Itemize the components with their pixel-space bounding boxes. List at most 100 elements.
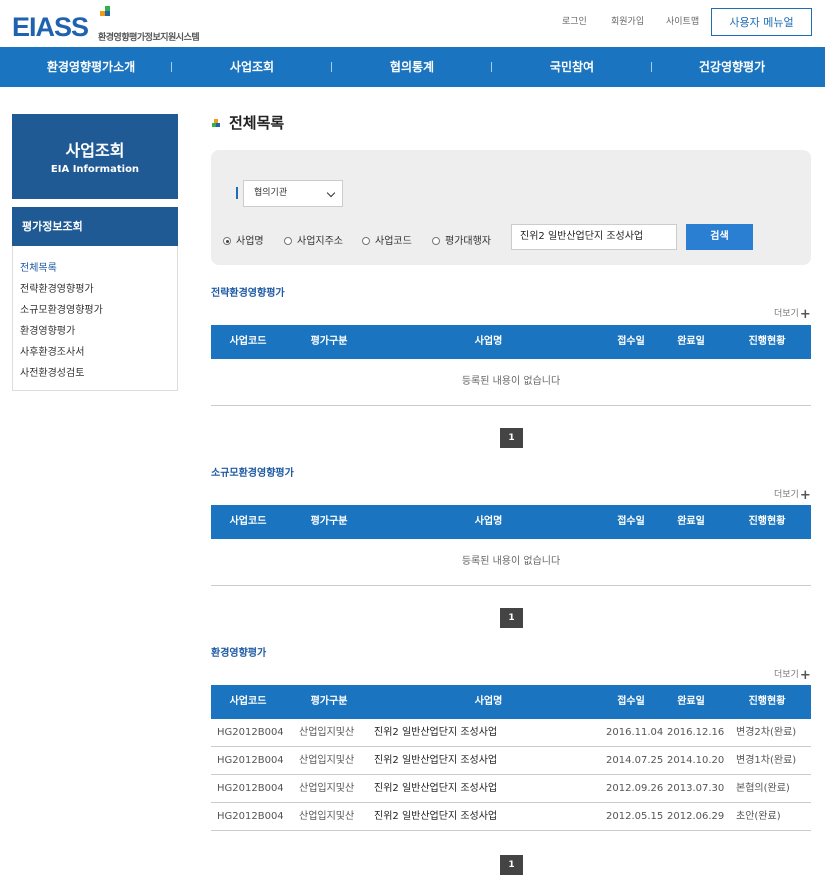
more-label: 더보기 [774, 309, 799, 319]
cell-type: 산업입지및산 [299, 755, 355, 766]
more-label: 더보기 [774, 490, 799, 500]
col-recv: 접수일 [617, 516, 645, 527]
radio-icon [362, 237, 370, 245]
radio-address[interactable]: 사업지주소 [284, 232, 343, 247]
table-row[interactable]: HG2012B004 산업입지및산 진위2 일반산업단지 조성사업 2014.0… [211, 747, 811, 775]
col-name: 사업명 [474, 516, 503, 527]
pagination-page[interactable]: 1 [500, 608, 523, 628]
page: EIASS 환경영향평가정보지원시스템 로그인 회원가입 사이트맵 사용자 메뉴… [0, 0, 825, 886]
more-link-small-scale[interactable]: 더보기+ [774, 487, 811, 503]
nav-participation[interactable]: 국민참여 [492, 47, 652, 87]
page-title: 전체목록 [229, 114, 285, 132]
section-title-small-scale: 소규모환경영향평가 [211, 468, 294, 479]
radio-label: 평가대행자 [445, 236, 491, 247]
select-marker [236, 187, 238, 199]
cell-done: 2016.12.16 [667, 727, 725, 738]
sidebar-item-strategic[interactable]: 전략환경영향평가 [13, 279, 177, 300]
radio-label: 사업명 [236, 236, 264, 247]
more-link-eia[interactable]: 더보기+ [774, 667, 811, 683]
logo-subtitle: 환경영향평가정보지원시스템 [98, 33, 200, 43]
section-title-strategic: 전략환경영향평가 [211, 288, 285, 299]
nav-eia-intro[interactable]: 환경영향평가소개 [11, 47, 171, 87]
more-link-strategic[interactable]: 더보기+ [774, 306, 811, 322]
plus-icon: + [799, 488, 811, 503]
signup-link[interactable]: 회원가입 [611, 14, 644, 27]
sidebar-subtitle: 평가정보조회 [12, 207, 178, 246]
sitemap-link[interactable]: 사이트맵 [666, 14, 699, 27]
col-code: 사업코드 [229, 696, 267, 707]
table-row[interactable]: HG2012B004 산업입지및산 진위2 일반산업단지 조성사업 2012.0… [211, 775, 811, 803]
logo-text: EIASS [12, 12, 89, 42]
agency-select-value: 협의기관 [254, 188, 288, 198]
col-name: 사업명 [474, 336, 503, 347]
cell-type: 산업입지및산 [299, 783, 355, 794]
radio-selected-icon [223, 237, 231, 245]
col-done: 완료일 [677, 516, 705, 527]
col-name: 사업명 [474, 696, 503, 707]
nav-project-search[interactable]: 사업조회 [172, 47, 332, 87]
cell-status: 초안(완료) [736, 811, 781, 822]
col-type: 평가구분 [310, 516, 348, 527]
section-title-eia: 환경영향평가 [211, 648, 267, 659]
cell-done: 2014.10.20 [667, 755, 725, 766]
agency-select[interactable]: 협의기관 [243, 180, 343, 207]
cell-name: 진위2 일반산업단지 조성사업 [374, 755, 498, 766]
sidebar-item-all[interactable]: 전체목록 [13, 258, 177, 279]
nav-health-impact[interactable]: 건강영향평가 [652, 47, 812, 87]
col-code: 사업코드 [229, 336, 267, 347]
cell-name: 진위2 일반산업단지 조성사업 [374, 783, 498, 794]
col-status: 진행현황 [748, 336, 786, 347]
pagination-page[interactable]: 1 [500, 428, 523, 448]
radio-label: 사업지주소 [297, 236, 343, 247]
cell-done: 2012.06.29 [667, 811, 725, 822]
col-type: 평가구분 [310, 696, 348, 707]
table-row[interactable]: HG2012B004 산업입지및산 진위2 일반산업단지 조성사업 2016.1… [211, 719, 811, 747]
sidebar-title: 사업조회 [65, 141, 125, 160]
sidebar-menu: 전체목록 전략환경영향평가 소규모환경영향평가 환경영향평가 사후환경조사서 사… [12, 246, 178, 391]
cell-name: 진위2 일반산업단지 조성사업 [374, 811, 498, 822]
chevron-down-icon [326, 188, 336, 198]
cell-status: 변경1차(완료) [736, 755, 797, 766]
pagination-page[interactable]: 1 [500, 855, 523, 875]
cell-done: 2013.07.30 [667, 783, 725, 794]
login-link[interactable]: 로그인 [562, 14, 587, 27]
plus-icon: + [799, 307, 811, 322]
empty-message: 등록된 내용이 없습니다 [211, 359, 811, 406]
main-nav: 환경영향평가소개 사업조회 협의통계 국민참여 건강영향평가 [0, 47, 825, 87]
title-bullet-icon [212, 119, 221, 128]
empty-message: 등록된 내용이 없습니다 [211, 539, 811, 586]
sidebar-item-pre-review[interactable]: 사전환경성검토 [13, 363, 177, 384]
logo-dots-icon [96, 6, 110, 20]
radio-icon [284, 237, 292, 245]
col-status: 진행현황 [748, 696, 786, 707]
radio-project-name[interactable]: 사업명 [223, 232, 264, 247]
col-recv: 접수일 [617, 336, 645, 347]
nav-statistics[interactable]: 협의통계 [332, 47, 492, 87]
col-status: 진행현황 [748, 516, 786, 527]
cell-recv: 2012.09.26 [606, 783, 664, 794]
table-header: 사업코드 평가구분 사업명 접수일 완료일 진행현황 [211, 325, 811, 359]
cell-recv: 2014.07.25 [606, 755, 664, 766]
col-recv: 접수일 [617, 696, 645, 707]
cell-code: HG2012B004 [217, 755, 284, 766]
radio-project-code[interactable]: 사업코드 [362, 232, 412, 247]
col-code: 사업코드 [229, 516, 267, 527]
cell-name: 진위2 일반산업단지 조성사업 [374, 727, 498, 738]
search-button[interactable]: 검색 [686, 224, 753, 250]
sidebar-item-post-survey[interactable]: 사후환경조사서 [13, 342, 177, 363]
cell-recv: 2012.05.15 [606, 811, 664, 822]
table-row[interactable]: HG2012B004 산업입지및산 진위2 일반산업단지 조성사업 2012.0… [211, 803, 811, 831]
plus-icon: + [799, 668, 811, 683]
table-header: 사업코드 평가구분 사업명 접수일 완료일 진행현황 [211, 685, 811, 719]
radio-icon [432, 237, 440, 245]
cell-code: HG2012B004 [217, 727, 284, 738]
sidebar-item-eia[interactable]: 환경영향평가 [13, 321, 177, 342]
table-header: 사업코드 평가구분 사업명 접수일 완료일 진행현황 [211, 505, 811, 539]
col-type: 평가구분 [310, 336, 348, 347]
search-input[interactable]: 진위2 일반산업단지 조성사업 [511, 224, 677, 250]
user-manual-button[interactable]: 사용자 메뉴얼 [711, 8, 812, 36]
sidebar-title-box: 사업조회 EIA Information [12, 114, 178, 199]
radio-agent[interactable]: 평가대행자 [432, 232, 491, 247]
sidebar-item-small-scale[interactable]: 소규모환경영향평가 [13, 300, 177, 321]
more-label: 더보기 [774, 670, 799, 680]
